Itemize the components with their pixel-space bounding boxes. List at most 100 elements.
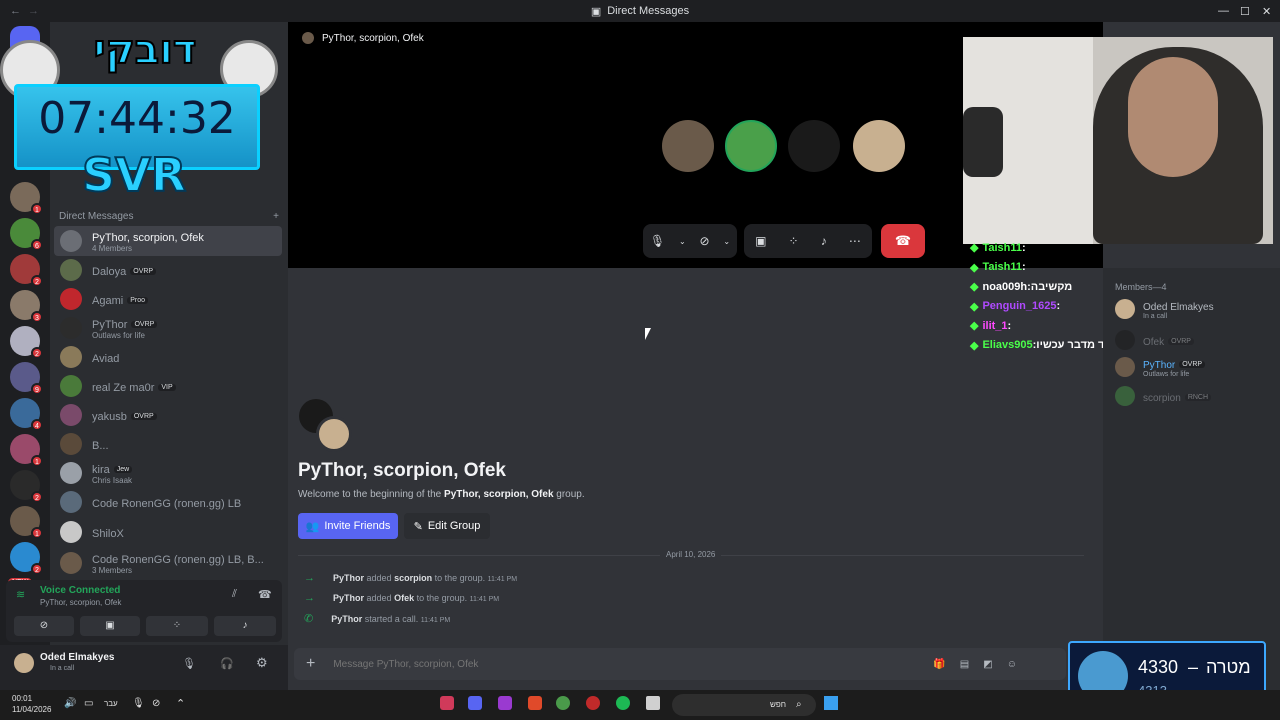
screen-share-icon[interactable]: ▣ bbox=[755, 234, 766, 248]
more-icon[interactable]: ⋯ bbox=[849, 234, 861, 248]
pythor-avatar[interactable] bbox=[662, 120, 714, 172]
member-item[interactable]: Ofek OVRP bbox=[1115, 330, 1194, 350]
app-icon[interactable] bbox=[440, 696, 454, 710]
dm-item[interactable]: ShiloX bbox=[54, 517, 282, 547]
mic-icon[interactable]: 🎙 bbox=[650, 234, 665, 248]
folder-icon[interactable] bbox=[646, 696, 660, 710]
member-item[interactable]: Oded Elmakyes In a call bbox=[1115, 298, 1214, 320]
dm-item[interactable]: kira Jew Chris Isaak bbox=[54, 458, 282, 488]
user-name[interactable]: Oded Elmakyes bbox=[40, 652, 114, 663]
voice-soundboard-button[interactable]: ♪ bbox=[214, 616, 276, 636]
discord-taskbar-icon[interactable] bbox=[468, 696, 482, 710]
soundboard-icon[interactable]: ♪ bbox=[821, 234, 827, 248]
dm-tag: OVRP bbox=[130, 267, 157, 275]
server-icon[interactable]: 2 bbox=[10, 326, 43, 359]
server-icon[interactable]: 2 bbox=[10, 254, 43, 287]
message-actor[interactable]: PyThor bbox=[333, 593, 364, 603]
dm-name: B... bbox=[92, 439, 109, 452]
dm-item[interactable]: B... bbox=[54, 429, 282, 459]
disconnect-icon[interactable]: ☎ bbox=[258, 588, 272, 601]
volume-icon[interactable]: 🔊 bbox=[64, 698, 76, 709]
message-actor[interactable]: PyThor bbox=[331, 614, 362, 624]
server-icon[interactable]: 1 bbox=[10, 434, 43, 467]
chat-line: ◆ ilit_1 : bbox=[970, 316, 1110, 336]
gift-icon[interactable]: 🎁 bbox=[933, 659, 945, 670]
voice-status[interactable]: Voice Connected bbox=[40, 585, 120, 596]
close-icon[interactable]: ✕ bbox=[1262, 5, 1271, 18]
chrome-icon[interactable] bbox=[556, 696, 570, 710]
camera-off-icon[interactable]: ⊘ bbox=[699, 234, 709, 248]
network-icon[interactable]: ▭ bbox=[84, 698, 93, 709]
server-icon[interactable]: 2 bbox=[10, 542, 43, 575]
member-item[interactable]: PyThor OVRP Outlaws for life bbox=[1115, 356, 1206, 378]
gif-icon[interactable]: ▤ bbox=[960, 659, 969, 670]
dm-item[interactable]: Aviad bbox=[54, 342, 282, 372]
forward-icon[interactable]: → bbox=[28, 5, 39, 17]
voice-activities-button[interactable]: ⁘ bbox=[146, 616, 208, 636]
system-message-text: PyThor added Ofek to the group. 11:41 PM bbox=[333, 593, 499, 603]
app-icon[interactable] bbox=[498, 696, 512, 710]
server-icon[interactable]: 6 bbox=[10, 218, 43, 251]
minimize-icon[interactable]: — bbox=[1218, 5, 1229, 17]
add-dm-icon[interactable]: + bbox=[273, 211, 279, 222]
taskbar-time: 00:01 bbox=[12, 694, 33, 703]
wifi-off-icon[interactable]: ⊘ bbox=[152, 698, 160, 709]
mic-icon[interactable]: 🎙 bbox=[132, 698, 145, 709]
noise-suppression-icon[interactable]: ⫽ bbox=[232, 588, 237, 601]
message-actor[interactable]: PyThor bbox=[333, 573, 364, 583]
chevron-down-icon[interactable]: ⌄ bbox=[723, 237, 730, 246]
message-suffix: to the group. bbox=[434, 573, 486, 583]
taskbar-search[interactable]: חפש ⌕ bbox=[672, 694, 816, 716]
headphones-icon[interactable]: 🎧 bbox=[220, 657, 234, 670]
maximize-icon[interactable]: ☐ bbox=[1240, 5, 1250, 18]
emoji-icon[interactable]: ☺ bbox=[1007, 659, 1017, 670]
dm-item[interactable]: Daloya OVRP bbox=[54, 255, 282, 285]
chevron-down-icon[interactable]: ⌄ bbox=[679, 237, 686, 246]
mic-icon[interactable]: 🎙 bbox=[182, 657, 196, 670]
server-icon[interactable]: 2 bbox=[10, 470, 43, 503]
disconnect-button[interactable]: ☎ bbox=[881, 224, 925, 258]
gear-icon[interactable]: ⚙ bbox=[256, 655, 268, 671]
dm-item[interactable]: PyThor OVRP Outlaws for life bbox=[54, 313, 282, 343]
member-tag: RNCH bbox=[1184, 393, 1212, 401]
dm-name: PyThor, scorpion, Ofek bbox=[92, 232, 204, 244]
message-input[interactable] bbox=[333, 658, 934, 670]
scorpion-avatar[interactable] bbox=[725, 120, 777, 172]
dm-item[interactable]: yakusb OVRP bbox=[54, 400, 282, 430]
voice-camera-button[interactable]: ⊘ bbox=[14, 616, 74, 636]
server-icon[interactable]: 3 bbox=[10, 290, 43, 323]
server-icon[interactable]: 9 bbox=[10, 362, 43, 395]
chat-user: Eliavs905 bbox=[982, 339, 1033, 352]
oded-avatar[interactable] bbox=[853, 120, 905, 172]
windows-start-icon[interactable] bbox=[824, 696, 838, 710]
spotify-icon[interactable] bbox=[616, 696, 630, 710]
activities-icon[interactable]: ⁘ bbox=[789, 234, 799, 248]
app-icon[interactable] bbox=[586, 696, 600, 710]
avatar[interactable] bbox=[14, 653, 34, 673]
dm-name: kira bbox=[92, 464, 110, 476]
voice-screen-button[interactable]: ▣ bbox=[80, 616, 140, 636]
dm-avatar bbox=[60, 552, 82, 574]
ofek-avatar[interactable] bbox=[788, 120, 840, 172]
attach-icon[interactable]: + bbox=[306, 655, 315, 673]
dm-item[interactable]: real Ze ma0r VIP bbox=[54, 371, 282, 401]
server-icon[interactable]: 1 bbox=[10, 182, 43, 215]
edit-group-button[interactable]: ✎ Edit Group bbox=[404, 513, 490, 539]
language-indicator[interactable]: עבר bbox=[104, 699, 118, 708]
sticker-icon[interactable]: ◩ bbox=[983, 659, 992, 670]
message-action: started a call. bbox=[364, 613, 419, 624]
dm-item[interactable]: Agami Proo bbox=[54, 284, 282, 314]
server-icon[interactable]: 1 bbox=[10, 506, 43, 539]
dm-item[interactable]: Code RonenGG (ronen.gg) LB bbox=[54, 487, 282, 517]
server-icon[interactable]: 4 bbox=[10, 398, 43, 431]
member-item[interactable]: scorpion RNCH bbox=[1115, 386, 1212, 406]
message-target[interactable]: Ofek bbox=[394, 593, 414, 603]
message-target[interactable]: scorpion bbox=[394, 573, 432, 583]
dm-item[interactable]: PyThor, scorpion, Ofek 4 Members bbox=[54, 226, 282, 256]
app-icon[interactable] bbox=[528, 696, 542, 710]
chevron-up-icon[interactable]: ⌃ bbox=[176, 697, 185, 710]
voice-channel[interactable]: PyThor, scorpion, Ofek bbox=[40, 598, 121, 607]
back-icon[interactable]: ← bbox=[10, 5, 21, 17]
dm-item[interactable]: Code RonenGG (ronen.gg) LB, B... 3 Member… bbox=[54, 548, 282, 578]
invite-friends-button[interactable]: 👥 Invite Friends bbox=[298, 513, 398, 539]
